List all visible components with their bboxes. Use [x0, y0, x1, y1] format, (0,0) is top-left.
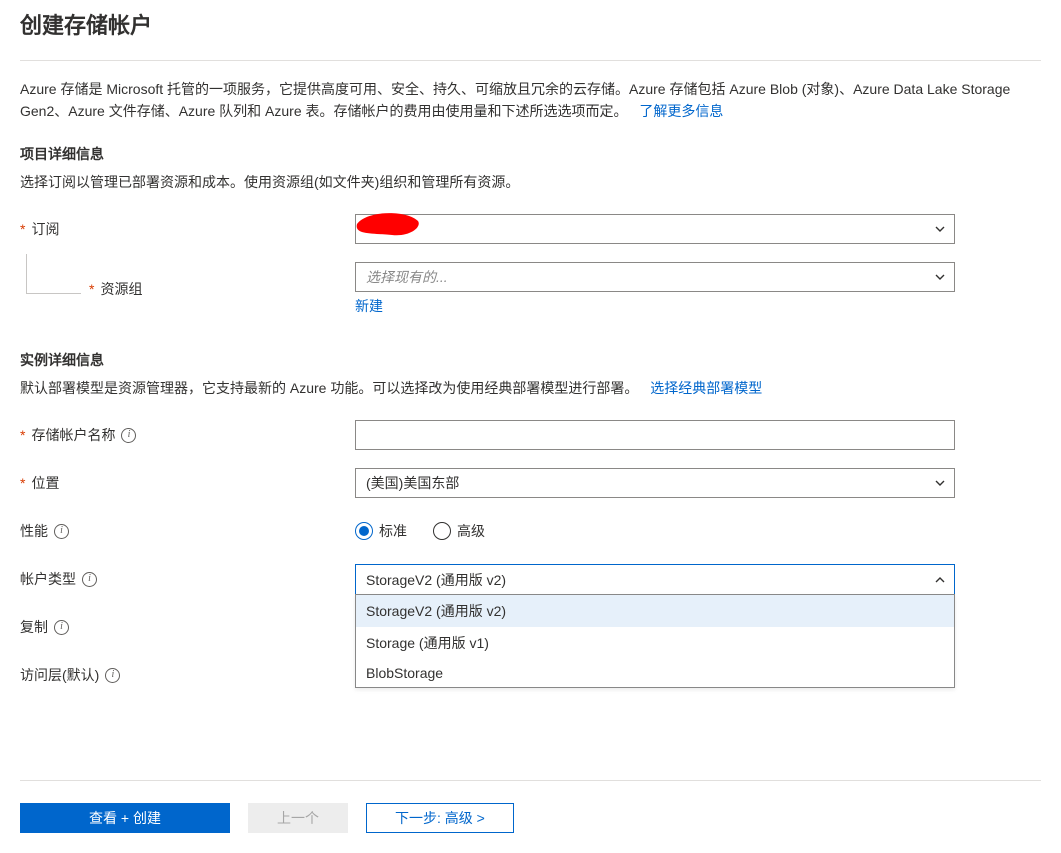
performance-label: 性能 — [20, 521, 48, 541]
required-asterisk: * — [20, 427, 25, 443]
storage-name-label: 存储帐户名称 — [31, 425, 115, 445]
project-details-desc: 选择订阅以管理已部署资源和成本。使用资源组(如文件夹)组织和管理所有资源。 — [20, 172, 1041, 192]
page-title: 创建存储帐户 — [20, 8, 1041, 40]
create-new-resource-group-link[interactable]: 新建 — [355, 296, 383, 316]
info-icon[interactable]: i — [121, 428, 136, 443]
instance-details-desc: 默认部署模型是资源管理器，它支持最新的 Azure 功能。可以选择改为使用经典部… — [20, 378, 1041, 398]
replication-label: 复制 — [20, 617, 48, 637]
chevron-down-icon — [934, 223, 946, 235]
account-kind-option-storage-v2[interactable]: StorageV2 (通用版 v2) — [356, 595, 954, 627]
performance-standard-label: 标准 — [379, 521, 407, 541]
info-icon[interactable]: i — [82, 572, 97, 587]
resource-group-label: 资源组 — [100, 279, 142, 299]
account-kind-select[interactable]: StorageV2 (通用版 v2) — [355, 564, 955, 594]
intro-text: Azure 存储是 Microsoft 托管的一项服务，它提供高度可用、安全、持… — [20, 81, 1010, 119]
access-tier-label: 访问层(默认) — [20, 665, 99, 685]
chevron-down-icon — [934, 271, 946, 283]
subscription-label: 订阅 — [31, 219, 59, 239]
info-icon[interactable]: i — [54, 524, 69, 539]
location-select[interactable]: (美国)美国东部 — [355, 468, 955, 498]
chevron-down-icon — [934, 477, 946, 489]
intro-paragraph: Azure 存储是 Microsoft 托管的一项服务，它提供高度可用、安全、持… — [20, 79, 1041, 122]
performance-premium-radio[interactable]: 高级 — [433, 521, 485, 541]
performance-premium-label: 高级 — [457, 521, 485, 541]
resource-group-placeholder: 选择现有的... — [366, 267, 448, 287]
tree-connector-icon — [26, 254, 81, 294]
info-icon[interactable]: i — [54, 620, 69, 635]
divider — [20, 60, 1041, 61]
storage-name-input[interactable] — [355, 420, 955, 450]
account-kind-value: StorageV2 (通用版 v2) — [366, 570, 506, 590]
location-label: 位置 — [31, 473, 59, 493]
info-icon[interactable]: i — [105, 668, 120, 683]
footer-bar: 查看 + 创建 上一个 下一步: 高级 > — [20, 780, 1041, 853]
redaction-mark — [352, 207, 424, 241]
account-kind-option-storage-v1[interactable]: Storage (通用版 v1) — [356, 627, 954, 659]
performance-radio-group: 标准 高级 — [355, 521, 955, 541]
instance-details-heading: 实例详细信息 — [20, 350, 1041, 370]
account-kind-dropdown-panel: StorageV2 (通用版 v2) Storage (通用版 v1) Blob… — [355, 594, 955, 688]
account-kind-label: 帐户类型 — [20, 569, 76, 589]
account-kind-option-blob-storage[interactable]: BlobStorage — [356, 659, 954, 687]
required-asterisk: * — [89, 281, 94, 297]
instance-desc-text: 默认部署模型是资源管理器，它支持最新的 Azure 功能。可以选择改为使用经典部… — [20, 380, 638, 396]
subscription-select[interactable] — [355, 214, 955, 244]
resource-group-select[interactable]: 选择现有的... — [355, 262, 955, 292]
learn-more-link[interactable]: 了解更多信息 — [639, 103, 723, 119]
required-asterisk: * — [20, 475, 25, 491]
required-asterisk: * — [20, 221, 25, 237]
performance-standard-radio[interactable]: 标准 — [355, 521, 407, 541]
location-value: (美国)美国东部 — [366, 473, 459, 493]
classic-deployment-link[interactable]: 选择经典部署模型 — [650, 380, 762, 396]
chevron-up-icon — [934, 574, 946, 586]
project-details-heading: 项目详细信息 — [20, 144, 1041, 164]
